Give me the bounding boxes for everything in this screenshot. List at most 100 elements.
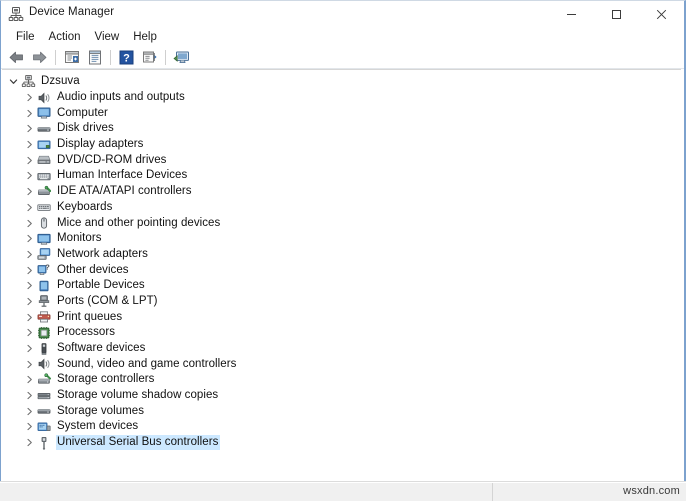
- monitor-icon: [36, 231, 52, 247]
- storage-volume-icon: [36, 403, 52, 419]
- display-adapter-icon: [36, 137, 52, 153]
- tree-item-processors[interactable]: Processors: [2, 325, 681, 341]
- tree-item-mice-and-other-pointing-devices[interactable]: Mice and other pointing devices: [2, 215, 681, 231]
- chevron-right-icon[interactable]: [23, 436, 36, 449]
- hid-icon: [36, 168, 52, 184]
- tree-item-storage-controllers[interactable]: Storage controllers: [2, 372, 681, 388]
- chevron-right-icon[interactable]: [23, 107, 36, 120]
- printer-icon: [36, 309, 52, 325]
- menu-item-file[interactable]: File: [9, 30, 42, 44]
- chevron-right-icon[interactable]: [23, 326, 36, 339]
- tree-item-label: Keyboards: [57, 200, 113, 213]
- back-button[interactable]: [6, 47, 27, 67]
- tree-item-label: Software devices: [57, 342, 146, 355]
- tree-item-disk-drives[interactable]: Disk drives: [2, 121, 681, 137]
- tree-item-ports-com-and-lpt[interactable]: Ports (COM & LPT): [2, 294, 681, 310]
- chevron-right-icon[interactable]: [23, 295, 36, 308]
- maximize-button[interactable]: [594, 1, 639, 27]
- tree-item-label: Storage volumes: [57, 404, 145, 417]
- svg-text:?: ?: [45, 263, 50, 271]
- chevron-right-icon[interactable]: [23, 373, 36, 386]
- tree-item-label: Network adapters: [57, 247, 148, 260]
- chevron-right-icon[interactable]: [23, 342, 36, 355]
- tree-item-universal-serial-bus-controllers[interactable]: Universal Serial Bus controllers: [2, 435, 681, 451]
- status-bar: wsxdn.com: [0, 481, 686, 501]
- menu-item-view[interactable]: View: [88, 30, 127, 44]
- properties-button[interactable]: [84, 47, 105, 67]
- tree-item-label: Disk drives: [57, 122, 114, 135]
- tree-item-computer[interactable]: Computer: [2, 105, 681, 121]
- tree-item-print-queues[interactable]: Print queues: [2, 309, 681, 325]
- chevron-right-icon[interactable]: [23, 389, 36, 402]
- storage-controller-icon: [36, 372, 52, 388]
- tree-item-label: Print queues: [57, 310, 123, 323]
- toolbar: ?: [1, 46, 684, 69]
- status-bar-top-edge: [0, 482, 686, 483]
- tree-item-ide-ata-atapi-controllers[interactable]: IDE ATA/ATAPI controllers: [2, 184, 681, 200]
- chevron-right-icon[interactable]: [23, 358, 36, 371]
- tree-item-label: Computer: [57, 106, 108, 119]
- chevron-down-icon[interactable]: [7, 75, 20, 88]
- tree-item-display-adapters[interactable]: Display adapters: [2, 137, 681, 153]
- chevron-right-icon[interactable]: [23, 154, 36, 167]
- device-tree-pane[interactable]: Dzsuva Audio inputs and outputs Computer…: [2, 69, 681, 480]
- chevron-right-icon[interactable]: [23, 248, 36, 261]
- tree-item-system-devices[interactable]: System devices: [2, 419, 681, 435]
- tree-item-audio-inputs-and-outputs[interactable]: Audio inputs and outputs: [2, 90, 681, 106]
- speaker-icon: [36, 90, 52, 106]
- tree-item-keyboards[interactable]: Keyboards: [2, 200, 681, 216]
- menu-bar: File Action View Help: [1, 27, 684, 46]
- close-button[interactable]: [639, 1, 684, 27]
- forward-button[interactable]: [29, 47, 50, 67]
- watermark-text: wsxdn.com: [623, 485, 680, 497]
- tree-item-dvd-cd-rom-drives[interactable]: DVD/CD-ROM drives: [2, 152, 681, 168]
- tree-item-human-interface-devices[interactable]: Human Interface Devices: [2, 168, 681, 184]
- dvd-drive-icon: [36, 152, 52, 168]
- chevron-right-icon[interactable]: [23, 122, 36, 135]
- separator-1: [55, 49, 56, 65]
- chevron-right-icon[interactable]: [23, 201, 36, 214]
- portable-device-icon: [36, 278, 52, 294]
- chevron-right-icon[interactable]: [23, 279, 36, 292]
- tree-root-node[interactable]: Dzsuva: [2, 74, 681, 90]
- chevron-right-icon[interactable]: [23, 232, 36, 245]
- window-controls: [549, 1, 684, 27]
- help-button[interactable]: ?: [116, 47, 137, 67]
- usb-controller-icon: [36, 435, 52, 451]
- separator-3: [165, 49, 166, 65]
- tree-item-label: Storage controllers: [57, 373, 155, 386]
- port-icon: [36, 293, 52, 309]
- tree-item-portable-devices[interactable]: Portable Devices: [2, 278, 681, 294]
- tree-item-storage-volume-shadow-copies[interactable]: Storage volume shadow copies: [2, 388, 681, 404]
- tree-item-storage-volumes[interactable]: Storage volumes: [2, 403, 681, 419]
- tree-item-label: Storage volume shadow copies: [57, 389, 219, 402]
- tree-item-sound-video-and-game-controllers[interactable]: Sound, video and game controllers: [2, 356, 681, 372]
- tree-item-label: Other devices: [57, 263, 129, 276]
- show-hidden-devices-button[interactable]: [61, 47, 82, 67]
- scan-for-hardware-changes-button[interactable]: [171, 47, 192, 67]
- tree-item-label: DVD/CD-ROM drives: [57, 153, 167, 166]
- chevron-right-icon[interactable]: [23, 217, 36, 230]
- svg-text:?: ?: [123, 52, 130, 64]
- network-adapter-icon: [36, 246, 52, 262]
- menu-item-help[interactable]: Help: [126, 30, 164, 44]
- tree-item-other-devices[interactable]: ? Other devices: [2, 262, 681, 278]
- minimize-button[interactable]: [549, 1, 594, 27]
- update-driver-button[interactable]: [139, 47, 160, 67]
- shadow-copy-icon: [36, 388, 52, 404]
- tree-item-software-devices[interactable]: Software devices: [2, 341, 681, 357]
- chevron-right-icon[interactable]: [23, 420, 36, 433]
- tree-root-label: Dzsuva: [41, 75, 80, 88]
- tree-item-monitors[interactable]: Monitors: [2, 231, 681, 247]
- menu-item-action[interactable]: Action: [42, 30, 88, 44]
- chevron-right-icon[interactable]: [23, 138, 36, 151]
- tree-item-label: Processors: [57, 326, 116, 339]
- chevron-right-icon[interactable]: [23, 91, 36, 104]
- tree-item-network-adapters[interactable]: Network adapters: [2, 247, 681, 263]
- chevron-right-icon[interactable]: [23, 264, 36, 277]
- chevron-right-icon[interactable]: [23, 405, 36, 418]
- separator-2: [110, 49, 111, 65]
- chevron-right-icon[interactable]: [23, 169, 36, 182]
- chevron-right-icon[interactable]: [23, 311, 36, 324]
- chevron-right-icon[interactable]: [23, 185, 36, 198]
